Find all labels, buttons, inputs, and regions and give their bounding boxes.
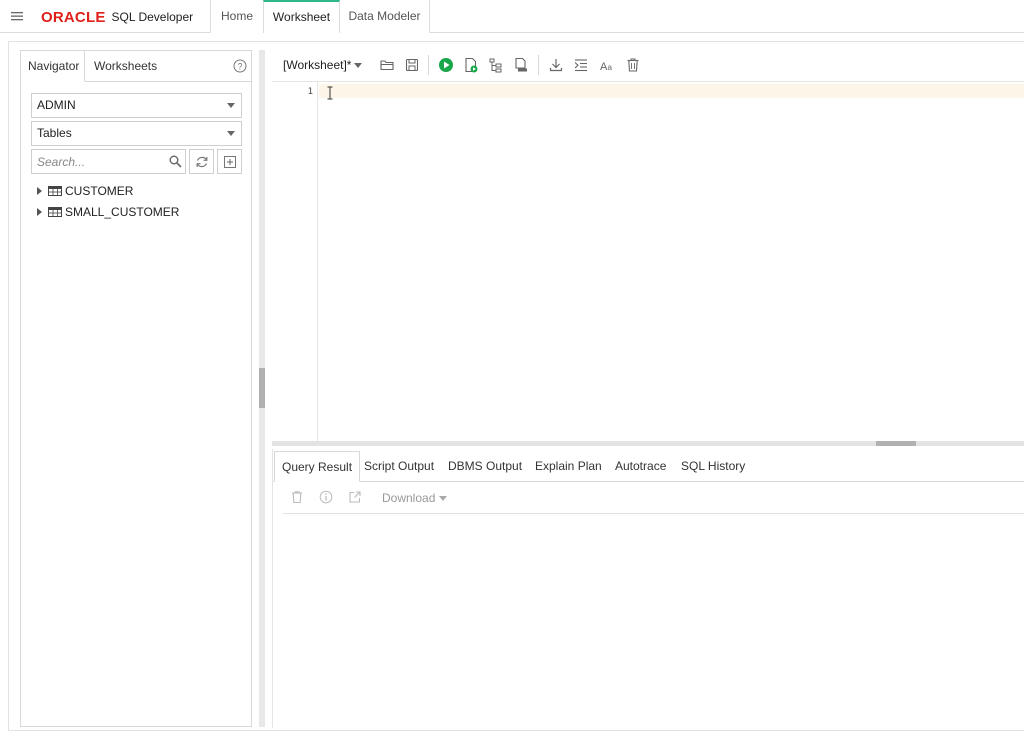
worksheet-toolbar: [Worksheet]* A a xyxy=(272,52,1024,80)
clear-icon[interactable] xyxy=(625,57,641,73)
tab-query-result[interactable]: Query Result xyxy=(274,451,361,482)
tab-divider xyxy=(273,481,1024,482)
refresh-button[interactable] xyxy=(189,149,214,174)
tab-script-output[interactable]: Script Output xyxy=(364,451,434,482)
splitter-grip[interactable] xyxy=(259,368,265,408)
vertical-splitter[interactable] xyxy=(259,50,265,727)
toolbar-divider xyxy=(283,513,1024,514)
results-panel: Query Result Script Output DBMS Output E… xyxy=(272,449,1024,728)
chevron-down-icon[interactable] xyxy=(439,496,447,501)
tree-item-customer[interactable]: CUSTOMER xyxy=(37,182,133,200)
expand-arrow-icon[interactable] xyxy=(37,187,42,195)
tab-divider xyxy=(85,81,251,82)
tab-worksheet[interactable]: Worksheet xyxy=(263,0,340,33)
save-icon[interactable] xyxy=(404,57,420,73)
hamburger-menu-icon[interactable] xyxy=(10,10,24,22)
schema-select-value: ADMIN xyxy=(37,98,76,112)
svg-text:a: a xyxy=(608,63,613,72)
explain-plan-icon[interactable] xyxy=(488,57,504,73)
run-script-icon[interactable] xyxy=(463,57,479,73)
chevron-down-icon xyxy=(227,131,235,136)
tab-navigator[interactable]: Navigator xyxy=(21,51,85,82)
sql-editor[interactable]: 1 xyxy=(272,81,1024,444)
open-folder-icon[interactable] xyxy=(379,57,395,73)
download-icon[interactable] xyxy=(548,57,564,73)
table-icon xyxy=(48,207,62,217)
tab-dbms-output[interactable]: DBMS Output xyxy=(448,451,522,482)
worksheet-name[interactable]: [Worksheet]* xyxy=(283,58,351,72)
tab-explain-plan[interactable]: Explain Plan xyxy=(535,451,602,482)
tree-item-label: SMALL_CUSTOMER xyxy=(65,205,180,219)
autotrace-icon[interactable] xyxy=(513,57,529,73)
open-external-icon[interactable] xyxy=(348,490,362,504)
navigator-panel: Navigator Worksheets ? ADMIN Tables Sear… xyxy=(20,50,252,727)
delete-icon[interactable] xyxy=(290,490,304,504)
chevron-down-icon xyxy=(227,103,235,108)
top-bar: ORACLE SQL Developer Home Worksheet Data… xyxy=(0,0,1024,33)
oracle-logo-text: ORACLE xyxy=(41,8,106,26)
toolbar-separator xyxy=(538,55,539,75)
help-icon[interactable]: ? xyxy=(233,59,247,73)
brand-logo: ORACLE SQL Developer xyxy=(41,8,193,26)
toolbar-separator xyxy=(428,55,429,75)
text-cursor-icon xyxy=(327,86,333,100)
chevron-down-icon[interactable] xyxy=(354,63,362,68)
object-type-select-value: Tables xyxy=(37,126,72,140)
info-icon[interactable] xyxy=(319,490,333,504)
text-case-icon[interactable]: A a xyxy=(599,57,615,73)
svg-text:?: ? xyxy=(237,61,242,71)
tab-data-modeler[interactable]: Data Modeler xyxy=(340,0,430,33)
current-line-highlight xyxy=(319,84,1024,98)
schema-select[interactable]: ADMIN xyxy=(31,93,242,118)
tab-home[interactable]: Home xyxy=(210,0,263,33)
splitter-grip[interactable] xyxy=(876,441,916,446)
tab-sql-history[interactable]: SQL History xyxy=(681,451,745,482)
add-icon xyxy=(224,156,236,168)
object-type-select[interactable]: Tables xyxy=(31,121,242,146)
product-name: SQL Developer xyxy=(111,10,194,24)
expand-arrow-icon[interactable] xyxy=(37,208,42,216)
tree-item-small-customer[interactable]: SMALL_CUSTOMER xyxy=(37,203,179,221)
horizontal-splitter[interactable] xyxy=(272,441,1024,446)
add-button[interactable] xyxy=(217,149,242,174)
line-number: 1 xyxy=(307,87,313,97)
tab-worksheets[interactable]: Worksheets xyxy=(87,51,164,82)
download-dropdown[interactable]: Download xyxy=(382,491,435,505)
tab-autotrace[interactable]: Autotrace xyxy=(615,451,666,482)
search-icon[interactable] xyxy=(169,155,182,168)
format-icon[interactable] xyxy=(573,57,589,73)
search-input[interactable] xyxy=(31,149,186,174)
line-number-gutter: 1 xyxy=(272,82,318,444)
tree-item-label: CUSTOMER xyxy=(65,184,134,198)
run-statement-icon[interactable] xyxy=(438,57,454,73)
refresh-icon xyxy=(196,156,208,168)
table-icon xyxy=(48,186,62,196)
